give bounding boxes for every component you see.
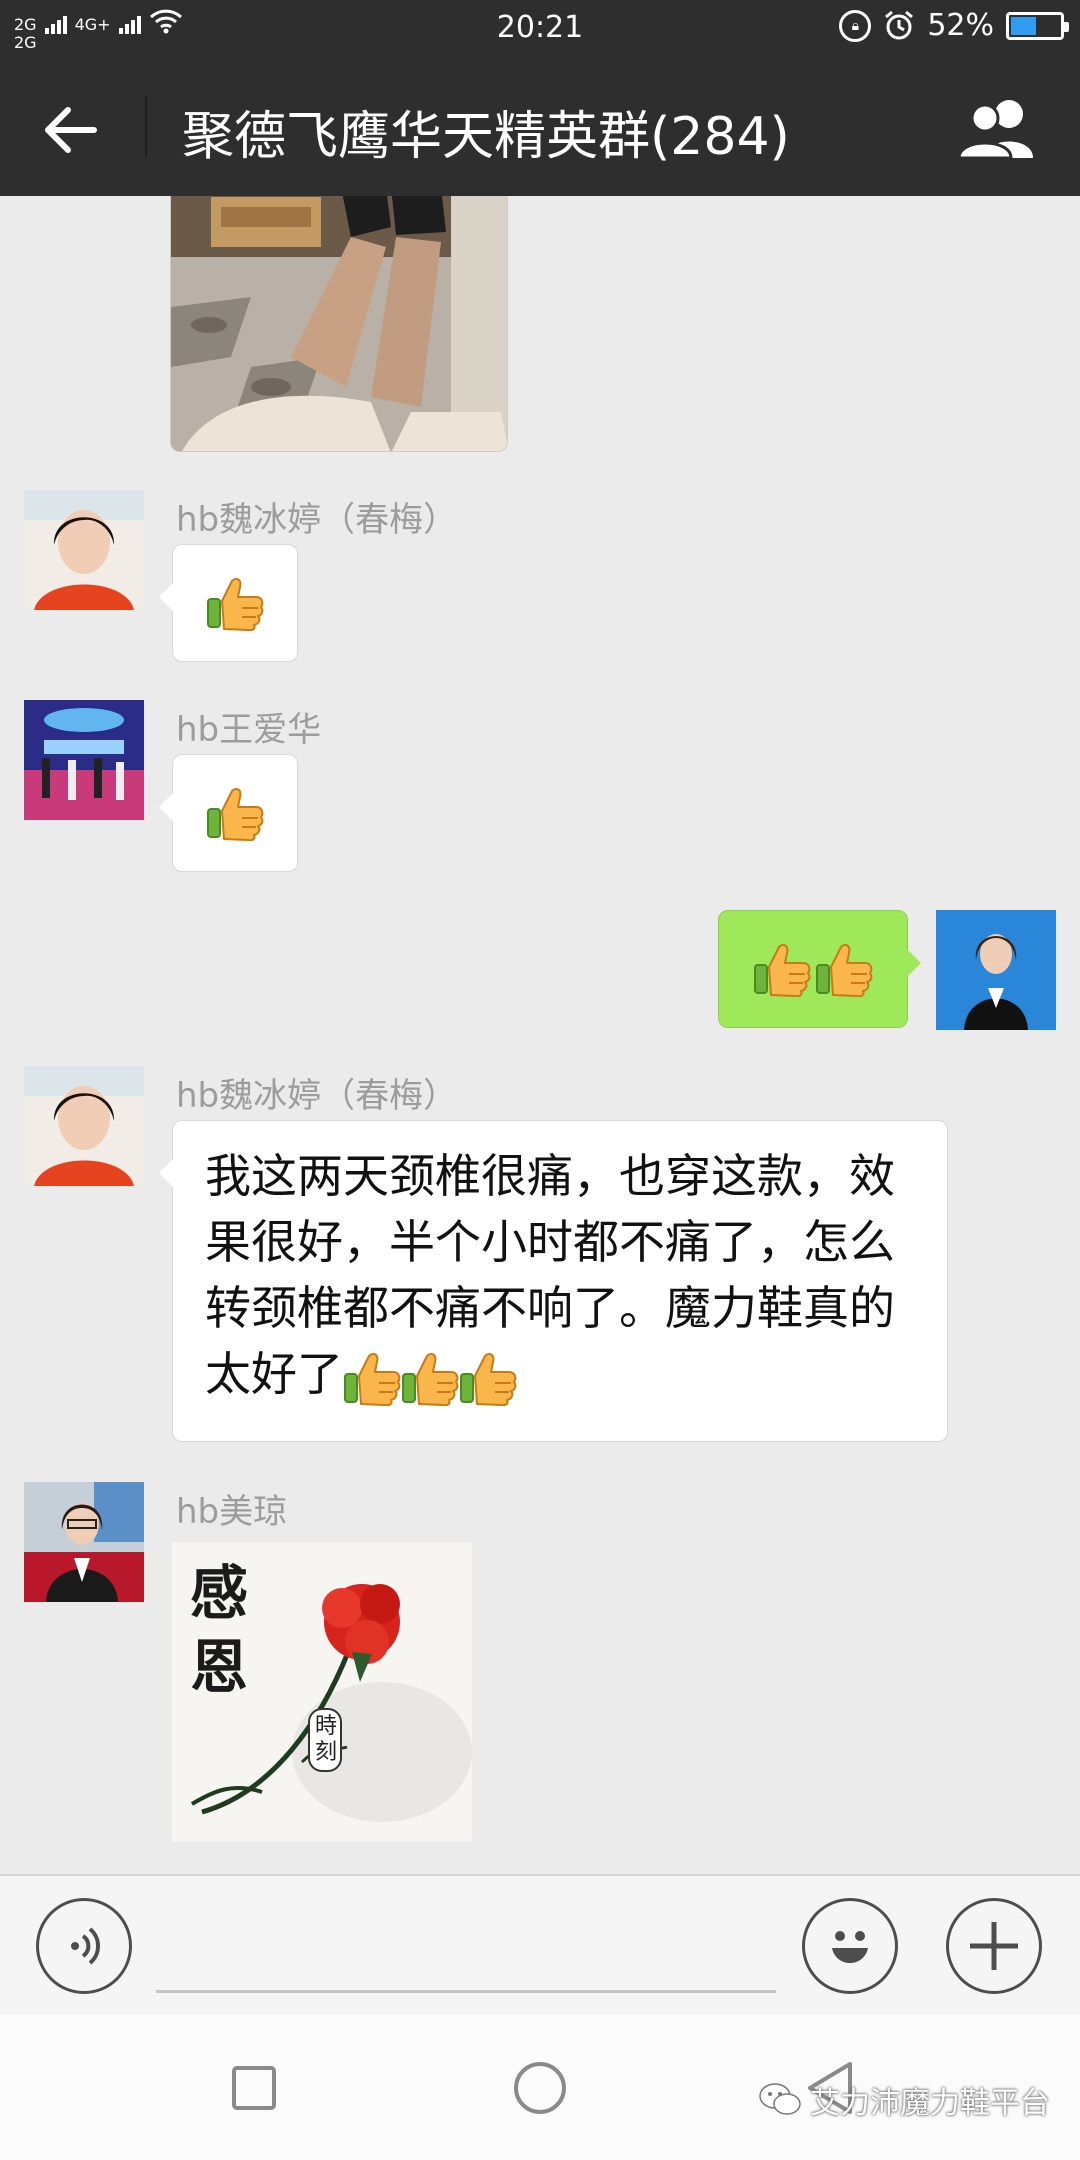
sticker-text-seal: 時刻 xyxy=(308,1708,342,1772)
emoji-message-bubble[interactable] xyxy=(159,754,298,872)
avatar-stage-icon xyxy=(24,700,144,820)
avatar-woman-red-icon xyxy=(24,490,144,610)
thumbs-up-icon xyxy=(815,941,873,997)
avatar-woman-suit-icon xyxy=(24,1482,144,1602)
sender-name: hb美琼 xyxy=(176,1492,288,1532)
outgoing-emoji-bubble[interactable] xyxy=(718,910,921,1028)
message-input[interactable] xyxy=(156,1990,776,1993)
battery-percent: 52% xyxy=(927,8,994,43)
emoji-message-bubble[interactable] xyxy=(159,544,298,662)
thumbs-up-icon xyxy=(206,785,264,841)
watermark: 艾力沛魔力鞋平台 xyxy=(758,2078,1050,2122)
status-bar: 2G 4G+ 2G 20:21 🔒︎ 52% xyxy=(0,0,1080,56)
message-list[interactable]: hb魏冰婷（春梅） hb王爱华 hb魏冰婷（春梅） 我这两天颈椎很痛，也穿这款，… xyxy=(0,196,1080,1874)
battery-fill xyxy=(1011,16,1036,35)
thumbs-up-icon xyxy=(401,1350,459,1406)
image-message[interactable] xyxy=(170,196,508,452)
avatar-businesswoman-icon xyxy=(936,910,1056,1030)
voice-button[interactable] xyxy=(36,1898,132,1994)
battery-icon xyxy=(1006,11,1069,40)
header-divider xyxy=(145,96,147,156)
avatar[interactable] xyxy=(24,1066,144,1186)
sender-name: hb王爱华 xyxy=(176,710,322,750)
text-message-bubble[interactable]: 我这两天颈椎很痛，也穿这款，效果很好，半个小时都不痛了，怎么转颈椎都不痛不响了。… xyxy=(159,1120,948,1442)
input-bar xyxy=(0,1874,1080,2014)
avatar[interactable] xyxy=(24,1482,144,1602)
thumbs-up-icon xyxy=(459,1350,517,1406)
system-nav-bar: 艾力沛魔力鞋平台 xyxy=(0,2014,1080,2160)
square-icon xyxy=(232,2066,276,2110)
home-button[interactable] xyxy=(510,2058,570,2118)
group-members-icon xyxy=(957,100,1033,160)
avatar-woman-red-icon xyxy=(24,1066,144,1186)
message-body: 我这两天颈椎很痛，也穿这款，效果很好，半个小时都不痛了，怎么转颈椎都不痛不响了。… xyxy=(205,1149,895,1401)
more-button[interactable] xyxy=(946,1898,1042,1994)
avatar[interactable] xyxy=(24,490,144,610)
alarm-icon xyxy=(885,10,914,39)
thumbs-up-icon xyxy=(206,575,264,631)
thumbs-up-icon xyxy=(753,941,811,997)
group-members-button[interactable] xyxy=(954,88,1044,168)
plus-icon xyxy=(970,1922,1018,1970)
my-avatar[interactable] xyxy=(936,910,1056,1030)
recents-button[interactable] xyxy=(224,2058,284,2118)
sender-name: hb魏冰婷（春梅） xyxy=(176,500,458,540)
circle-icon xyxy=(514,2062,566,2114)
sticker-text-main: 感恩 xyxy=(190,1559,249,1701)
arrow-left-icon xyxy=(45,107,97,153)
thumbs-up-icon xyxy=(343,1350,401,1406)
message-text: 我这两天颈椎很痛，也穿这款，效果很好，半个小时都不痛了，怎么转颈椎都不痛不响了。… xyxy=(205,1143,917,1407)
voice-icon xyxy=(71,1927,101,1965)
sender-name: hb魏冰婷（春梅） xyxy=(176,1076,458,1116)
smiley-icon xyxy=(832,1931,868,1963)
sticker-message[interactable]: 感恩 時刻 xyxy=(172,1542,472,1842)
chat-title: 聚德飞鹰华天精英群(284) xyxy=(182,107,790,167)
emoji-button[interactable] xyxy=(802,1898,898,1994)
back-button[interactable] xyxy=(30,90,110,170)
wechat-icon xyxy=(759,2083,801,2115)
shoes-photo xyxy=(171,196,507,451)
chat-header: 聚德飞鹰华天精英群(284) xyxy=(0,56,1080,196)
watermark-text: 艾力沛魔力鞋平台 xyxy=(810,2086,1050,2121)
rotation-lock-icon: 🔒︎ xyxy=(839,9,872,42)
avatar[interactable] xyxy=(24,700,144,820)
status-right: 🔒︎ 52% xyxy=(839,8,1069,43)
